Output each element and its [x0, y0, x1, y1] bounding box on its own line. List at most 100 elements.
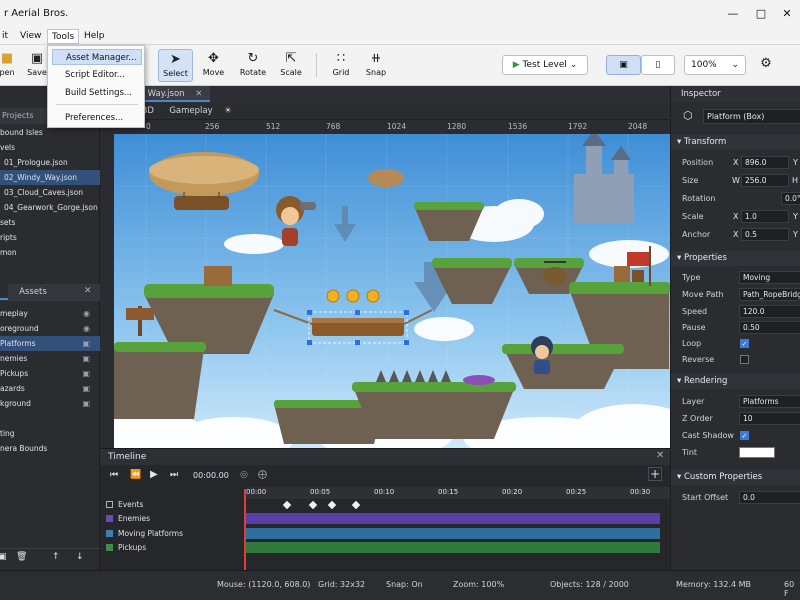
rotation-field[interactable]: 0.0°: [781, 192, 800, 205]
add-track-button[interactable]: +: [648, 467, 662, 481]
menu-edit[interactable]: it: [0, 29, 12, 44]
rendering-section[interactable]: ▾ Rendering: [671, 374, 800, 389]
close-icon[interactable]: ✕: [84, 286, 92, 296]
tint-color-swatch[interactable]: [739, 447, 775, 458]
crosshair-icon[interactable]: ⨁: [258, 470, 267, 480]
settings-button[interactable]: ⚙: [756, 49, 776, 82]
cast-shadow-checkbox[interactable]: ✓: [740, 431, 749, 440]
loop-checkbox[interactable]: ✓: [740, 339, 749, 348]
timeline-track[interactable]: Moving Platforms: [106, 527, 246, 541]
tree-item-selected[interactable]: 02_Windy_Way.json: [0, 170, 100, 185]
layer-row[interactable]: azards ▣: [0, 381, 100, 396]
enemies-track-bar[interactable]: [246, 513, 660, 524]
lock-icon[interactable]: ▣: [82, 381, 90, 396]
close-icon[interactable]: ✕: [778, 5, 796, 23]
tree-item[interactable]: 04_Gearwork_Gorge.json: [0, 200, 100, 215]
scale-x-field[interactable]: 1.0: [741, 210, 789, 223]
tree-item[interactable]: sets: [0, 215, 100, 230]
desktop-view-button[interactable]: ▣: [606, 55, 641, 75]
pause-field[interactable]: 0.50: [739, 321, 800, 334]
scale-tool-button[interactable]: ⇱ Scale: [276, 49, 306, 82]
reverse-checkbox[interactable]: [740, 355, 749, 364]
properties-section[interactable]: ▾ Properties: [671, 251, 800, 266]
lock-icon[interactable]: ▣: [82, 351, 90, 366]
layer-row[interactable]: meplay ◉: [0, 306, 100, 321]
menu-item-script-editor[interactable]: Script Editor...: [52, 67, 142, 83]
type-select[interactable]: Moving: [739, 271, 800, 284]
test-level-button[interactable]: ▶ Test Level ⌄: [502, 55, 588, 75]
mobile-view-button[interactable]: ▯: [641, 55, 675, 75]
tree-item[interactable]: ripts: [0, 230, 100, 245]
minimize-icon[interactable]: —: [724, 5, 742, 23]
lock-icon[interactable]: ▣: [82, 396, 90, 411]
keyframe[interactable]: [351, 500, 361, 510]
keyframe[interactable]: [282, 500, 292, 510]
skip-forward-icon[interactable]: ⏭: [170, 470, 178, 480]
zoom-select[interactable]: 100% ⌄: [684, 55, 746, 75]
layer-row[interactable]: kground ▣: [0, 396, 100, 411]
tab-assets[interactable]: Assets: [8, 284, 58, 300]
close-icon[interactable]: ✕: [656, 450, 664, 461]
trash-icon[interactable]: 🗑: [16, 552, 27, 562]
pickups-track-bar[interactable]: [246, 542, 660, 553]
play-icon[interactable]: ▶: [150, 469, 158, 480]
speed-field[interactable]: 120.0: [739, 305, 800, 318]
start-offset-field[interactable]: 0.0: [739, 491, 800, 504]
playhead[interactable]: [244, 489, 246, 571]
z-order-field[interactable]: 10: [739, 412, 800, 425]
keyframe[interactable]: [308, 500, 318, 510]
layer-row[interactable]: [0, 411, 100, 426]
size-w-field[interactable]: 256.0: [741, 174, 789, 187]
layer-row[interactable]: nera Bounds: [0, 441, 100, 456]
snap-toggle-button[interactable]: ⧺ Snap: [362, 49, 390, 82]
layer-row[interactable]: oreground ◉: [0, 321, 100, 336]
object-name-field[interactable]: Platform (Box): [703, 109, 800, 124]
skip-back-icon[interactable]: ⏮: [110, 470, 118, 480]
menu-view[interactable]: View: [16, 29, 45, 44]
tree-item[interactable]: 03_Cloud_Caves.json: [0, 185, 100, 200]
move-tool-button[interactable]: ✥ Move: [197, 49, 230, 82]
position-x-field[interactable]: 896.0: [741, 156, 789, 169]
arrow-down-icon[interactable]: ↓: [76, 552, 84, 562]
rotate-tool-button[interactable]: ↻ Rotate: [236, 49, 270, 82]
layer-row[interactable]: Pickups ▣: [0, 366, 100, 381]
move-path-select[interactable]: Path_RopeBridge: [739, 288, 800, 301]
select-tool-button[interactable]: ➤ Select: [158, 49, 193, 82]
tab-document[interactable]: Way.json ✕: [140, 86, 210, 102]
arrow-up-icon[interactable]: ↑: [52, 552, 60, 562]
keyframe[interactable]: [327, 500, 337, 510]
save-button[interactable]: ▣ Save: [26, 49, 48, 82]
timeline-track[interactable]: Events: [106, 498, 246, 512]
game-canvas[interactable]: [114, 134, 670, 448]
eye-icon[interactable]: ◉: [83, 306, 90, 321]
menu-item-asset-manager[interactable]: Asset Manager...: [52, 49, 142, 65]
menu-help[interactable]: Help: [80, 29, 109, 44]
menu-item-build-settings[interactable]: Build Settings...: [52, 85, 142, 101]
layer-select[interactable]: Platforms: [739, 395, 800, 408]
menu-tools[interactable]: Tools: [47, 29, 80, 44]
menu-item-preferences[interactable]: Preferences...: [52, 110, 142, 126]
sun-icon[interactable]: ☀: [220, 103, 236, 119]
custom-properties-section[interactable]: ▾ Custom Properties: [671, 470, 800, 485]
close-icon[interactable]: ✕: [195, 89, 202, 99]
tab-layers[interactable]: [0, 284, 8, 300]
timeline-track[interactable]: Pickups: [106, 541, 246, 555]
platforms-track-bar[interactable]: [246, 528, 660, 539]
tree-item[interactable]: 01_Prologue.json: [0, 155, 100, 170]
layer-row[interactable]: nemies ▣: [0, 351, 100, 366]
tree-item[interactable]: mon: [0, 245, 100, 260]
eye-icon[interactable]: ◉: [83, 321, 90, 336]
target-icon[interactable]: ◎: [240, 470, 248, 480]
duplicate-icon[interactable]: ▣: [0, 552, 7, 562]
grid-toggle-button[interactable]: ∷ Grid: [327, 49, 355, 82]
rewind-icon[interactable]: ⏪: [130, 470, 141, 480]
lock-icon[interactable]: ▣: [82, 366, 90, 381]
timeline-track[interactable]: Enemies: [106, 512, 246, 526]
anchor-x-field[interactable]: 0.5: [741, 228, 789, 241]
lock-icon[interactable]: ▣: [82, 336, 90, 351]
layer-row-selected[interactable]: Platforms ▣: [0, 336, 100, 351]
tab-gameplay[interactable]: Gameplay: [166, 103, 216, 119]
maximize-icon[interactable]: □: [752, 5, 770, 23]
transform-section[interactable]: ▾ Transform: [671, 135, 800, 150]
tree-item[interactable]: vels: [0, 140, 100, 155]
